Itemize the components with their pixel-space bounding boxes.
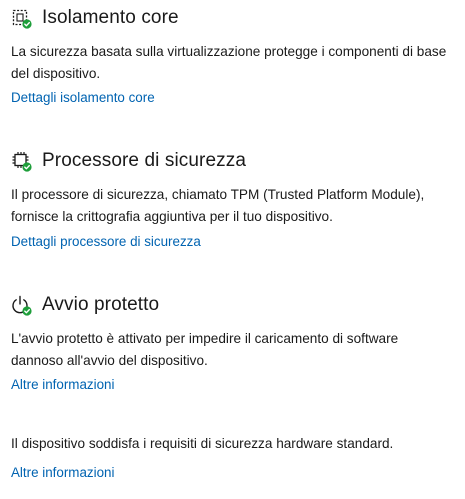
core-isolation-details-link[interactable]: Dettagli isolamento core — [11, 90, 155, 105]
hardware-security-status: Il dispositivo soddisfa i requisiti di s… — [11, 433, 465, 480]
security-processor-header: Processore di sicurezza — [11, 149, 465, 173]
security-processor-icon — [11, 150, 33, 172]
description-line: Il processore di sicurezza, chiamato TPM… — [11, 187, 425, 202]
core-isolation-title: Isolamento core — [42, 7, 179, 28]
secure-boot-description: L'avvio protetto è attivato per impedire… — [11, 328, 465, 372]
core-isolation-header: Isolamento core — [11, 6, 465, 30]
core-isolation-description: La sicurezza basata sulla virtualizzazio… — [11, 41, 465, 85]
security-processor-description: Il processore di sicurezza, chiamato TPM… — [11, 184, 465, 228]
core-isolation-section: Isolamento core La sicurezza basata sull… — [11, 6, 465, 105]
footer-more-info-link[interactable]: Altre informazioni — [11, 465, 114, 480]
description-line: La sicurezza basata sulla virtualizzazio… — [11, 44, 447, 59]
hardware-status-text: Il dispositivo soddisfa i requisiti di s… — [11, 436, 394, 451]
secure-boot-header: Avvio protetto — [11, 293, 465, 317]
security-processor-title: Processore di sicurezza — [42, 150, 246, 171]
secure-boot-more-info-link[interactable]: Altre informazioni — [11, 377, 114, 392]
description-line: del dispositivo. — [11, 66, 101, 81]
security-processor-details-link[interactable]: Dettagli processore di sicurezza — [11, 234, 201, 249]
secure-boot-title: Avvio protetto — [42, 294, 160, 315]
description-line: dannoso all'avvio del dispositivo. — [11, 353, 208, 368]
description-line: fornisce la crittografia aggiuntiva per … — [11, 209, 333, 224]
security-processor-section: Processore di sicurezza Il processore di… — [11, 149, 465, 249]
secure-boot-section: Avvio protetto L'avvio protetto è attiva… — [11, 293, 465, 392]
description-line: L'avvio protetto è attivato per impedire… — [11, 331, 399, 346]
core-isolation-icon — [11, 7, 33, 29]
secure-boot-icon — [11, 294, 33, 316]
